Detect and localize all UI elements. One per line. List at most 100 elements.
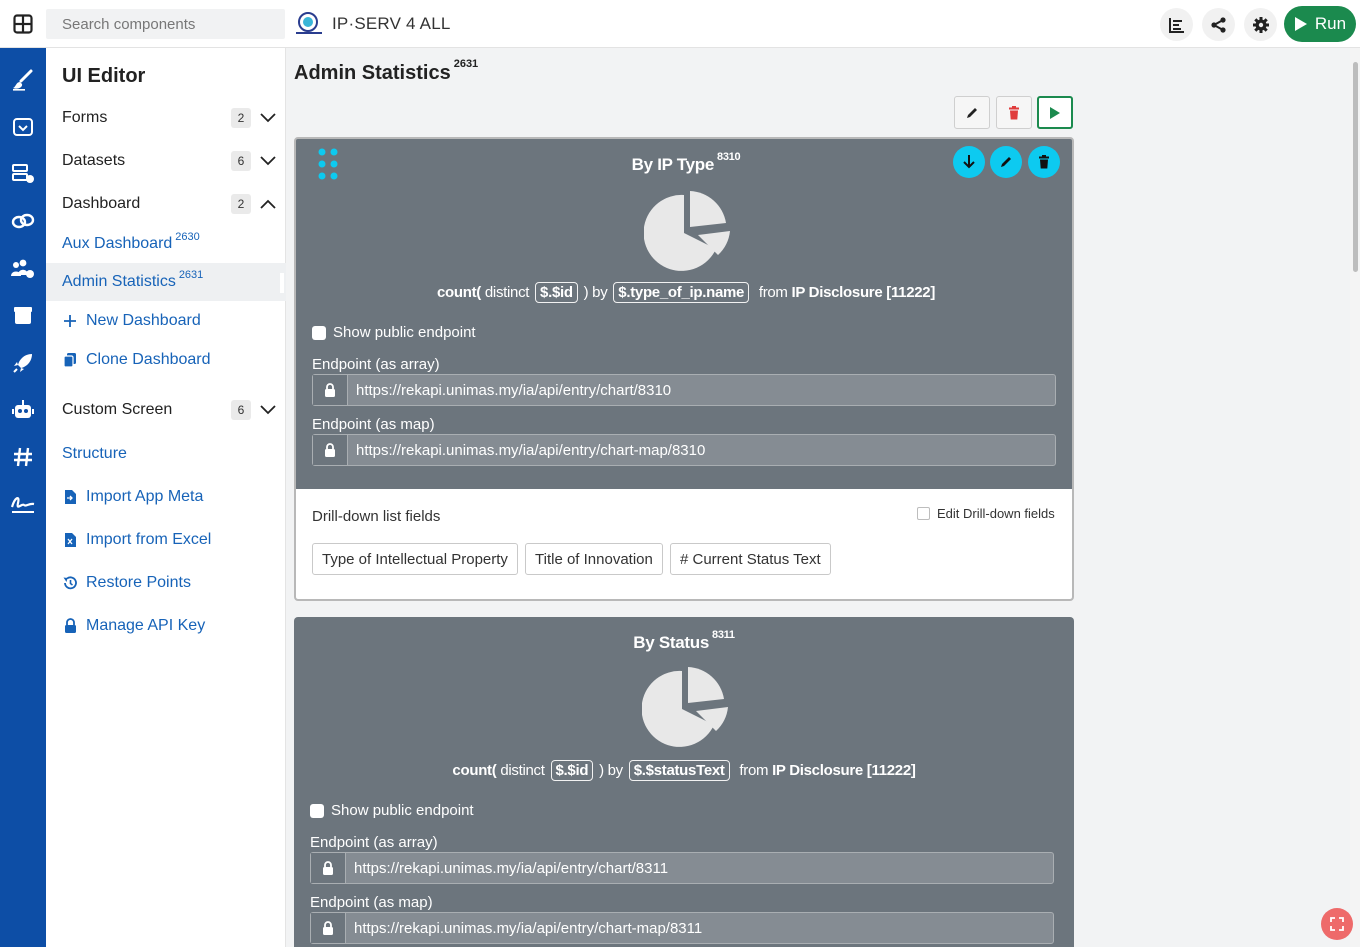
query-distinct: distinct [500, 762, 545, 779]
edit-dashboard-button[interactable] [954, 96, 990, 129]
card-id: 8311 [712, 629, 735, 641]
share-icon[interactable] [1202, 8, 1235, 41]
count-badge: 2 [231, 194, 251, 214]
delete-dashboard-button[interactable] [996, 96, 1032, 129]
sidebar-group-custom-screen[interactable]: Custom Screen 6 [46, 390, 286, 430]
lock-icon [311, 853, 346, 883]
trash-icon [1039, 155, 1049, 169]
box-icon[interactable] [10, 303, 36, 329]
import-excel-label: Import from Excel [86, 531, 212, 548]
signature-icon[interactable] [10, 491, 36, 517]
database-icon[interactable] [10, 161, 36, 187]
lock-icon [62, 618, 78, 634]
run-dashboard-button[interactable] [1037, 96, 1073, 129]
page-scrollbar[interactable] [1350, 48, 1360, 947]
fullscreen-button[interactable] [1321, 908, 1353, 940]
manage-api-key-label: Manage API Key [86, 617, 206, 634]
history-icon [62, 575, 78, 591]
endpoint-map-field [312, 434, 1056, 466]
download-button[interactable] [953, 146, 985, 178]
endpoint-map-label: Endpoint (as map) [312, 416, 435, 433]
restore-points-link[interactable]: Restore Points [62, 572, 191, 594]
item-label: Aux Dashboard [62, 235, 173, 252]
edit-drill-down-checkbox[interactable]: Edit Drill-down fields [917, 506, 1055, 521]
import-app-meta-link[interactable]: Import App Meta [62, 486, 203, 508]
arrow-down-icon [963, 155, 975, 169]
manage-api-key-link[interactable]: Manage API Key [62, 615, 205, 637]
query-expression: count( distinct $.$id ) by $.type_of_ip.… [296, 282, 1072, 303]
app-logo [294, 11, 324, 37]
drill-field-chip[interactable]: # Current Status Text [670, 543, 831, 575]
chevron-down-icon[interactable] [259, 402, 277, 418]
checkbox[interactable] [310, 803, 324, 818]
lock-icon [313, 375, 348, 405]
query-group-token: $.$statusText [628, 760, 730, 781]
chevron-down-icon[interactable] [259, 153, 277, 169]
sidebar-group-datasets[interactable]: Datasets 6 [46, 141, 286, 181]
checkbox-label: Show public endpoint [331, 802, 474, 819]
scrollbar-thumb[interactable] [1353, 62, 1358, 272]
users-gear-icon[interactable] [10, 256, 36, 282]
chevron-up-icon[interactable] [259, 196, 277, 212]
group-label: Dashboard [62, 195, 141, 212]
checkbox-label: Show public endpoint [333, 324, 476, 341]
search-box[interactable] [46, 9, 285, 39]
ui-editor-sidebar: UI Editor Forms 2 Datasets 6 Dashboard 2… [46, 48, 286, 947]
query-fn: count( [452, 762, 497, 779]
query-field-token: $.$id [535, 282, 578, 303]
sidebar-item-admin-statistics[interactable]: Admin Statistics 2631 [46, 263, 286, 301]
chart-icon[interactable] [1160, 8, 1193, 41]
show-public-endpoint-checkbox[interactable]: Show public endpoint [310, 802, 474, 819]
clone-dashboard-link[interactable]: Clone Dashboard [62, 349, 211, 371]
sidebar-group-forms[interactable]: Forms 2 [46, 98, 286, 138]
endpoint-map-input[interactable] [348, 435, 1055, 465]
play-icon [1050, 106, 1060, 119]
checkbox[interactable] [917, 507, 930, 520]
query-distinct: distinct [484, 284, 530, 301]
page-title-text: Admin Statistics [294, 62, 451, 84]
sidebar-item-aux-dashboard[interactable]: Aux Dashboard 2630 [46, 225, 286, 263]
delete-chart-button[interactable] [1028, 146, 1060, 178]
checkbox-label: Edit Drill-down fields [937, 506, 1055, 521]
structure-link[interactable]: Structure [62, 443, 127, 465]
edit-chart-button[interactable] [990, 146, 1022, 178]
sidebar-group-dashboard[interactable]: Dashboard 2 [46, 184, 286, 224]
import-excel-link[interactable]: Import from Excel [62, 529, 211, 551]
sidebar-scrollbar[interactable] [280, 273, 284, 293]
drill-field-chip[interactable]: Type of Intellectual Property [312, 543, 518, 575]
query-by: ) by [583, 284, 608, 301]
chart-card-by-status: By Status 8311 count( distinct $.$id ) by… [294, 617, 1074, 947]
checkbox[interactable] [312, 325, 326, 340]
item-id: 2631 [178, 269, 204, 281]
query-source: IP Disclosure [11222] [772, 762, 916, 779]
show-public-endpoint-checkbox[interactable]: Show public endpoint [312, 324, 476, 341]
play-icon [1294, 17, 1307, 31]
endpoint-map-input[interactable] [346, 913, 1053, 943]
pie-chart-icon [644, 191, 730, 271]
main-content: Admin Statistics 2631 By IP Type 8310 coun… [286, 48, 1350, 947]
drill-field-chip[interactable]: Title of Innovation [525, 543, 663, 575]
page-id: 2631 [453, 58, 479, 70]
inbox-icon[interactable] [10, 114, 36, 140]
brush-icon[interactable] [10, 67, 36, 93]
gear-icon[interactable] [1244, 8, 1277, 41]
chevron-down-icon[interactable] [259, 110, 277, 126]
new-dashboard-link[interactable]: New Dashboard [62, 310, 201, 332]
lock-icon [311, 913, 346, 943]
rocket-icon[interactable] [10, 350, 36, 376]
pie-chart-icon [642, 667, 728, 747]
query-from: from [758, 284, 788, 301]
item-id: 2630 [175, 231, 200, 243]
count-badge: 2 [231, 108, 251, 128]
nav-rail [0, 48, 46, 947]
robot-icon[interactable] [10, 397, 36, 423]
search-input[interactable] [46, 9, 285, 39]
run-button[interactable]: Run [1284, 6, 1356, 42]
endpoint-array-input[interactable] [346, 853, 1053, 883]
query-field-token: $.$id [550, 760, 594, 781]
hash-icon[interactable] [10, 444, 36, 470]
link-icon[interactable] [10, 208, 36, 234]
drill-down-section: Drill-down list fields Edit Drill-down f… [296, 489, 1072, 599]
app-grid-icon[interactable] [11, 12, 35, 36]
endpoint-array-input[interactable] [348, 375, 1055, 405]
